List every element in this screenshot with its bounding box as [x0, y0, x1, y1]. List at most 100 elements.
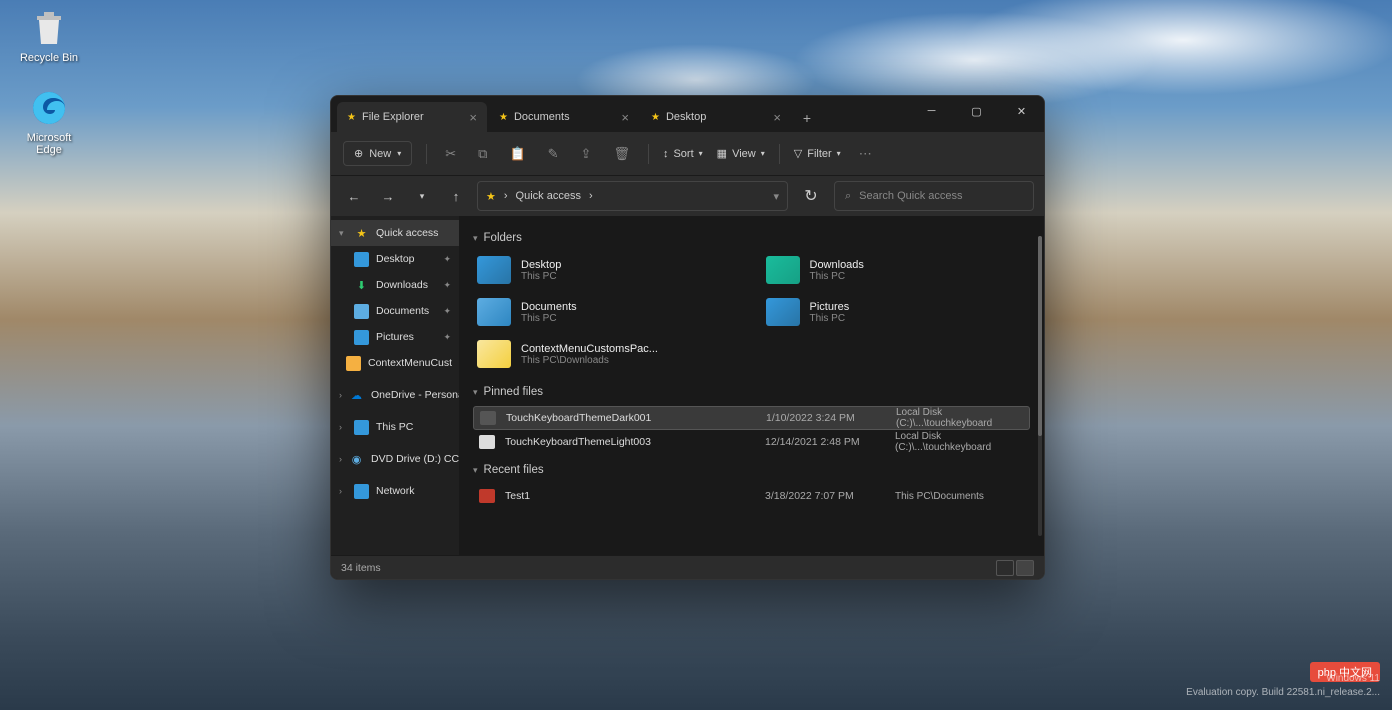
cut-icon[interactable]: ✂: [441, 142, 460, 166]
scrollbar-thumb[interactable]: [1038, 236, 1042, 436]
desktop-icon-recycle-bin[interactable]: Recycle Bin: [14, 8, 84, 64]
chevron-down-icon[interactable]: ▾: [773, 190, 779, 203]
filter-icon: ▽: [794, 147, 802, 160]
sort-button[interactable]: ↕ Sort ▾: [663, 148, 703, 160]
pictures-folder-icon: [766, 298, 800, 326]
sidebar-item-dvd[interactable]: › ◉ DVD Drive (D:) CCO: [331, 446, 459, 472]
chevron-right-icon: ›: [339, 390, 342, 400]
folders-grid: DesktopThis PC DownloadsThis PC Document…: [473, 252, 1030, 372]
search-input[interactable]: ⌕ Search Quick access: [834, 181, 1034, 211]
pin-icon: ✦: [443, 280, 451, 291]
share-icon[interactable]: ⇪: [577, 142, 596, 166]
edge-icon: [29, 88, 69, 128]
folder-desktop[interactable]: DesktopThis PC: [473, 252, 742, 288]
window-controls: ─ ▢ ✕: [909, 96, 1044, 126]
section-folders-header[interactable]: ▾ Folders: [473, 232, 1030, 244]
separator: [648, 144, 649, 164]
sidebar-item-desktop[interactable]: Desktop ✦: [331, 246, 459, 272]
file-icon: [479, 489, 495, 503]
sidebar-item-onedrive[interactable]: › ☁ OneDrive - Personal: [331, 382, 459, 408]
minimize-button[interactable]: ─: [909, 96, 954, 126]
section-title: Pinned files: [484, 386, 543, 398]
file-row[interactable]: TouchKeyboardThemeDark001 1/10/2022 3:24…: [473, 406, 1030, 430]
pictures-icon: [354, 330, 369, 345]
forward-button[interactable]: →: [375, 183, 401, 209]
tab-desktop[interactable]: ★ Desktop ×: [641, 102, 791, 132]
section-pinned-header[interactable]: ▾ Pinned files: [473, 386, 1030, 398]
tab-label: File Explorer: [362, 111, 424, 123]
maximize-button[interactable]: ▢: [954, 96, 999, 126]
desktop: Recycle Bin Microsoft Edge ─ ▢ ✕ ★ File …: [0, 0, 1392, 710]
recent-chevron-icon[interactable]: ▾: [409, 183, 435, 209]
tab-documents[interactable]: ★ Documents ×: [489, 102, 639, 132]
rename-icon[interactable]: ✎: [544, 142, 563, 166]
recycle-bin-icon: [29, 8, 69, 48]
pin-icon: ✦: [443, 254, 451, 265]
up-button[interactable]: ↑: [443, 183, 469, 209]
sort-label: Sort: [673, 148, 693, 160]
tab-file-explorer[interactable]: ★ File Explorer ×: [337, 102, 487, 132]
sidebar: ▾ ★ Quick access Desktop ✦ ⬇ Downloads ✦: [331, 216, 459, 555]
sidebar-item-thispc[interactable]: › This PC: [331, 414, 459, 440]
close-button[interactable]: ✕: [999, 96, 1044, 126]
back-button[interactable]: ←: [341, 183, 367, 209]
breadcrumb-sep: ›: [504, 190, 508, 202]
view-button[interactable]: ▦ View ▾: [717, 147, 765, 160]
view-label: View: [732, 148, 756, 160]
star-icon: ★: [354, 226, 369, 241]
new-button[interactable]: ⊕ New ▾: [343, 141, 412, 166]
sidebar-item-network[interactable]: › Network: [331, 478, 459, 504]
pin-icon: ✦: [443, 306, 451, 317]
dvd-icon: ◉: [349, 452, 364, 467]
delete-icon[interactable]: 🗑: [609, 142, 634, 166]
pc-icon: [354, 420, 369, 435]
desktop-icon-edge[interactable]: Microsoft Edge: [14, 88, 84, 156]
sidebar-item-contextmenu[interactable]: ContextMenuCust: [331, 350, 459, 376]
chevron-down-icon: ▾: [699, 149, 703, 158]
breadcrumb-sep: ›: [589, 190, 593, 202]
tab-label: Documents: [514, 111, 570, 123]
file-row[interactable]: Test1 3/18/2022 7:07 PM This PC\Document…: [473, 484, 1030, 508]
details-view-button[interactable]: [996, 560, 1014, 576]
sidebar-item-downloads[interactable]: ⬇ Downloads ✦: [331, 272, 459, 298]
new-tab-button[interactable]: +: [793, 104, 821, 132]
paste-icon[interactable]: 📋: [505, 142, 529, 166]
chevron-down-icon: ▾: [837, 149, 841, 158]
nav-bar: ← → ▾ ↑ ★ › Quick access › ▾ ↻ ⌕ Search …: [331, 176, 1044, 216]
download-icon: ⬇: [354, 278, 369, 293]
folder-documents[interactable]: DocumentsThis PC: [473, 294, 742, 330]
refresh-button[interactable]: ↻: [796, 181, 826, 211]
folder-downloads[interactable]: DownloadsThis PC: [762, 252, 1031, 288]
star-icon: ★: [499, 112, 508, 123]
close-tab-icon[interactable]: ×: [773, 110, 781, 125]
sidebar-item-label: ContextMenuCust: [368, 357, 452, 369]
sidebar-item-label: Quick access: [376, 227, 438, 239]
file-row[interactable]: TouchKeyboardThemeLight003 12/14/2021 2:…: [473, 430, 1030, 454]
section-recent-header[interactable]: ▾ Recent files: [473, 464, 1030, 476]
chevron-down-icon: ▾: [761, 149, 765, 158]
new-label: New: [369, 148, 391, 160]
filter-button[interactable]: ▽ Filter ▾: [794, 147, 841, 160]
star-icon: ★: [347, 112, 356, 123]
copy-icon[interactable]: ⧉: [474, 142, 491, 166]
network-icon: [354, 484, 369, 499]
sidebar-item-quick-access[interactable]: ▾ ★ Quick access: [331, 220, 459, 246]
close-tab-icon[interactable]: ×: [621, 110, 629, 125]
chevron-down-icon: ▾: [339, 228, 347, 239]
file-explorer-window: ─ ▢ ✕ ★ File Explorer × ★ Documents × ★ …: [330, 95, 1045, 580]
sidebar-item-documents[interactable]: Documents ✦: [331, 298, 459, 324]
folder-contextmenu[interactable]: ContextMenuCustomsPac...This PC\Download…: [473, 336, 742, 372]
cloud-icon: ☁: [349, 388, 364, 403]
desktop-folder-icon: [477, 256, 511, 284]
file-icon: [480, 411, 496, 425]
sidebar-item-pictures[interactable]: Pictures ✦: [331, 324, 459, 350]
tiles-view-button[interactable]: [1016, 560, 1034, 576]
address-bar[interactable]: ★ › Quick access › ▾: [477, 181, 788, 211]
generic-folder-icon: [477, 340, 511, 368]
close-tab-icon[interactable]: ×: [469, 110, 477, 125]
scrollbar[interactable]: [1038, 236, 1042, 536]
more-icon[interactable]: ⋯: [855, 142, 876, 166]
folder-pictures[interactable]: PicturesThis PC: [762, 294, 1031, 330]
watermark: Windows 11 Evaluation copy. Build 22581.…: [1186, 672, 1380, 700]
chevron-down-icon: ▾: [473, 387, 478, 398]
